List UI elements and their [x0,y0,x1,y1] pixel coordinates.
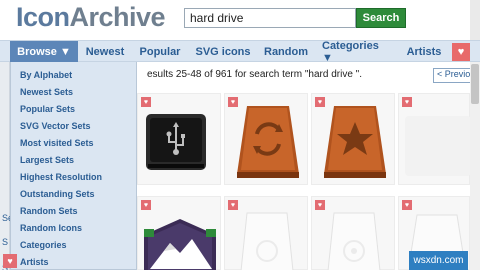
favorite-heart-icon[interactable]: ♥ [315,200,325,210]
results-summary: esults 25-48 of 961 for search term "har… [147,69,362,80]
browse-dropdown-menu: By Alphabet Newest Sets Popular Sets SVG… [10,62,137,270]
wooden-sync-drive-icon [237,106,299,178]
menu-item-categories[interactable]: Categories [20,238,67,252]
menu-item-largest-sets[interactable]: Largest Sets [20,153,74,167]
usb-hard-drive-icon [146,114,206,170]
nav-popular[interactable]: Popular [137,41,183,63]
heart-icon[interactable]: ♥ [3,254,17,268]
menu-item-popular-sets[interactable]: Popular Sets [20,102,75,116]
white-drive-icon-2 [327,212,381,270]
main-navbar: Browse ▼ Newest Popular SVG icons Random… [0,40,480,64]
favorite-heart-icon[interactable]: ♥ [141,200,151,210]
nav-categories[interactable]: Categories ▼ [322,40,392,64]
favorite-heart-icon[interactable]: ♥ [228,200,238,210]
nav-heart-icon[interactable]: ♥ [452,43,470,61]
menu-item-most-visited-sets[interactable]: Most visited Sets [20,136,94,150]
partial-icon [405,116,471,176]
wooden-favorite-drive-icon [324,106,386,178]
menu-item-artists[interactable]: Artists [20,255,49,269]
white-drive-icon [240,212,294,270]
watermark-badge: wsxdn.com [409,251,468,270]
icon-card[interactable]: ♥ [224,93,308,185]
menu-item-by-alphabet[interactable]: By Alphabet [20,68,72,82]
nav-artists[interactable]: Artists [404,41,444,63]
icon-card[interactable]: ♥ [224,196,308,270]
logo-part-icon: Icon [16,2,70,32]
left-fragment: S [2,237,9,247]
favorite-heart-icon[interactable]: ♥ [402,97,412,107]
menu-item-highest-resolution[interactable]: Highest Resolution [20,170,102,184]
left-sidebar-edge: Se S S [0,62,13,270]
logo-part-archive: Archive [69,2,166,32]
header-edge [470,0,480,40]
menu-item-outstanding-sets[interactable]: Outstanding Sets [20,187,95,201]
menu-item-random-icons[interactable]: Random Icons [20,221,82,235]
nav-random[interactable]: Random [262,41,310,63]
nav-browse[interactable]: Browse ▼ [10,41,78,63]
icon-card[interactable]: ♥ [311,93,395,185]
nav-svg-icons[interactable]: SVG icons [194,41,252,63]
menu-item-newest-sets[interactable]: Newest Sets [20,85,73,99]
search-input[interactable] [184,8,356,28]
icon-card[interactable]: ♥ [137,196,221,270]
mountain-drive-icon [144,219,216,270]
icon-card[interactable]: ♥ [311,196,395,270]
menu-item-svg-vector-sets[interactable]: SVG Vector Sets [20,119,91,133]
menu-item-random-sets[interactable]: Random Sets [20,204,78,218]
favorite-heart-icon[interactable]: ♥ [402,200,412,210]
white-drive-icon-3 [410,214,464,253]
vertical-scrollbar[interactable] [470,62,480,270]
search-button[interactable]: Search [356,8,406,28]
icon-card[interactable]: ♥ [137,93,221,185]
site-logo[interactable]: IconArchive [16,2,166,33]
nav-newest[interactable]: Newest [82,41,128,63]
site-header: IconArchive Search [0,0,480,40]
previous-page-button[interactable]: < Previo [433,68,473,83]
icon-card[interactable]: ♥ [398,93,471,185]
scrollbar-thumb[interactable] [471,64,479,104]
